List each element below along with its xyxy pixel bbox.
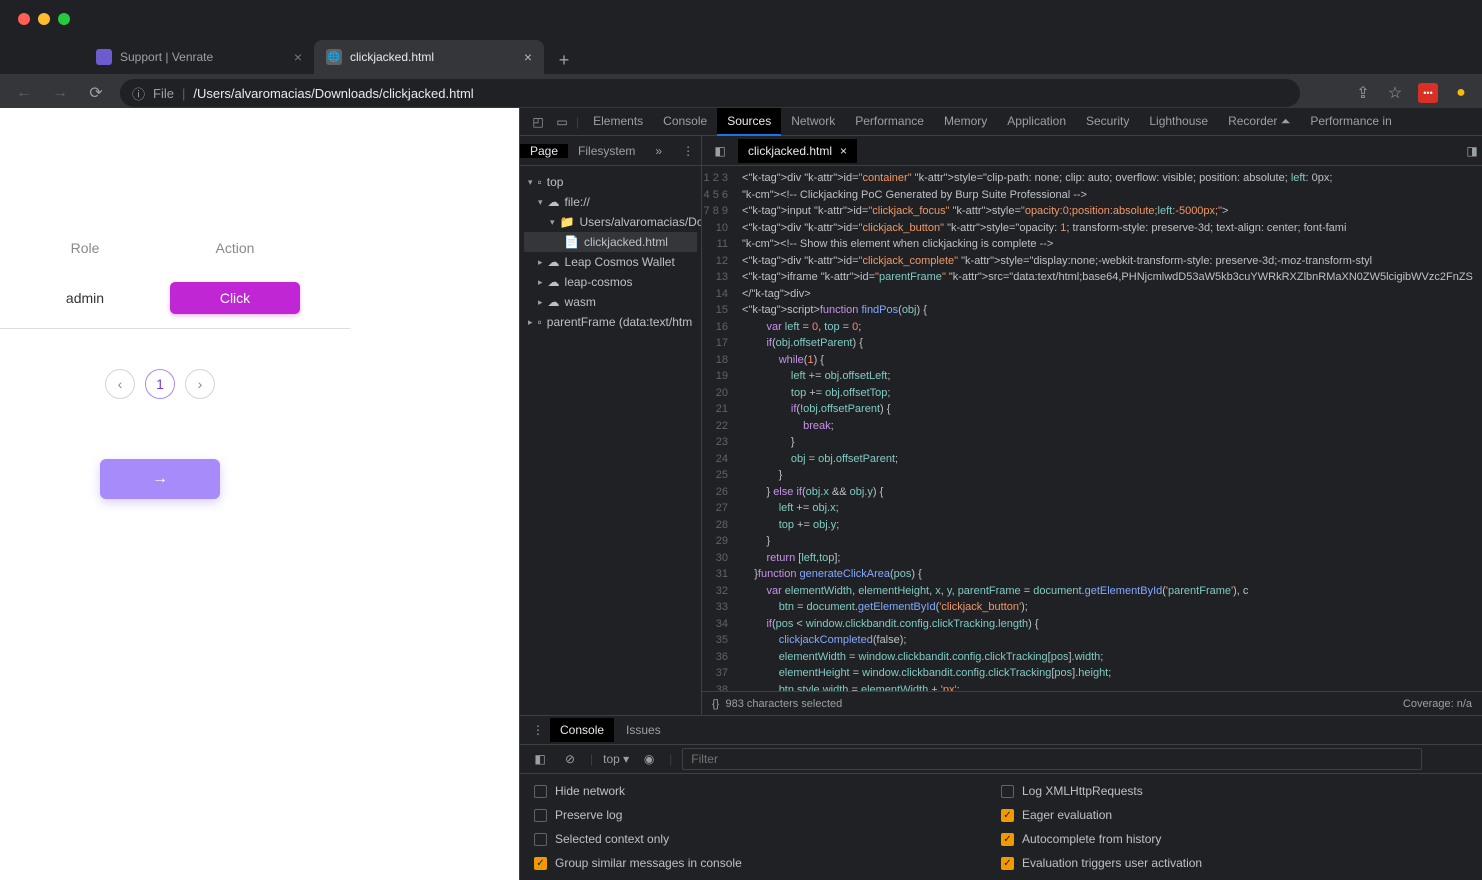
- browser-tabs: Support | Venrate × 🌐 clickjacked.html ×…: [0, 38, 1482, 74]
- address-bar[interactable]: ⓘ File | /Users/alvaromacias/Downloads/c…: [120, 79, 1300, 107]
- url-path: /Users/alvaromacias/Downloads/clickjacke…: [193, 86, 473, 101]
- sources-editor: ◧ clickjacked.html × ◨ 1 2 3 4 5 6 7 8 9…: [702, 136, 1482, 715]
- sidebar-toggle-icon[interactable]: ◧: [530, 749, 550, 769]
- tree-file-clickjacked[interactable]: 📄 clickjacked.html: [524, 232, 697, 252]
- navigator-toggle-icon[interactable]: ◧: [710, 141, 730, 161]
- tab-title: Support | Venrate: [120, 50, 213, 64]
- more-tabs-icon[interactable]: »: [645, 144, 672, 158]
- eye-icon[interactable]: ◉: [639, 749, 659, 769]
- file-tab-name: clickjacked.html: [748, 144, 832, 158]
- column-header-action: Action: [145, 240, 325, 256]
- filesystem-tab[interactable]: Filesystem: [568, 144, 645, 158]
- tree-folder[interactable]: ▾📁 Users/alvaromacias/Dow: [524, 212, 697, 232]
- window-titlebar: [0, 0, 1482, 38]
- minimize-window-icon[interactable]: [38, 13, 50, 25]
- drawer-console-tab[interactable]: Console: [550, 718, 614, 742]
- devtools-tab-console[interactable]: Console: [653, 108, 717, 136]
- back-button[interactable]: ←: [12, 81, 36, 105]
- setting-hide-network[interactable]: Hide network: [534, 784, 1001, 798]
- setting-group-similar-messages-in-console[interactable]: ✓Group similar messages in console: [534, 856, 1001, 870]
- code-content[interactable]: <"k-tag">div "k-attr">id="container" "k-…: [734, 166, 1482, 691]
- devtools-tabs: ◰ ▭ | ElementsConsoleSourcesNetworkPerfo…: [520, 108, 1482, 136]
- tree-top[interactable]: ▾▫ top: [524, 172, 697, 192]
- tab-venrate[interactable]: Support | Venrate ×: [84, 40, 314, 74]
- setting-preserve-log[interactable]: Preserve log: [534, 808, 1001, 822]
- tree-wasm[interactable]: ▸☁ wasm: [524, 292, 697, 312]
- coverage-status: Coverage: n/a: [1403, 698, 1472, 710]
- line-gutter: 1 2 3 4 5 6 7 8 9 10 11 12 13 14 15 16 1…: [702, 166, 734, 691]
- new-tab-button[interactable]: +: [550, 46, 578, 74]
- table-row: ne admin Click: [0, 268, 350, 329]
- tab-title: clickjacked.html: [350, 50, 434, 64]
- devtools-tab-lighthouse[interactable]: Lighthouse: [1139, 108, 1218, 136]
- rendered-page: Role Action ne admin Click ‹ 1 › →: [0, 108, 519, 880]
- setting-selected-context-only[interactable]: Selected context only: [534, 832, 1001, 846]
- tree-file-origin[interactable]: ▾☁ file://: [524, 192, 697, 212]
- tree-parentframe[interactable]: ▸▫ parentFrame (data:text/htm: [524, 312, 697, 332]
- close-window-icon[interactable]: [18, 13, 30, 25]
- devtools-panel: ◰ ▭ | ElementsConsoleSourcesNetworkPerfo…: [519, 108, 1482, 880]
- drawer-issues-tab[interactable]: Issues: [616, 718, 671, 742]
- debugger-toggle-icon[interactable]: ◨: [1462, 141, 1482, 161]
- drawer-menu-icon[interactable]: ⋮: [528, 720, 548, 740]
- forward-button[interactable]: →: [48, 81, 72, 105]
- share-icon[interactable]: ⇪: [1354, 84, 1372, 102]
- file-tree: ▾▫ top ▾☁ file:// ▾📁 Users/alvaromacias/…: [520, 166, 701, 715]
- devtools-tab-application[interactable]: Application: [997, 108, 1076, 136]
- editor-status-bar: {} 983 characters selected Coverage: n/a: [702, 691, 1482, 715]
- close-tab-icon[interactable]: ×: [294, 49, 302, 65]
- setting-eager-evaluation[interactable]: ✓Eager evaluation: [1001, 808, 1468, 822]
- setting-autocomplete-from-history[interactable]: ✓Autocomplete from history: [1001, 832, 1468, 846]
- favicon-icon: 🌐: [326, 49, 342, 65]
- column-header-role: Role: [25, 240, 145, 256]
- info-icon: ⓘ: [132, 84, 145, 103]
- click-button[interactable]: Click: [170, 282, 300, 314]
- devtools-tab-recorder[interactable]: Recorder ⏶: [1218, 108, 1300, 136]
- clear-console-icon[interactable]: ⊘: [560, 749, 580, 769]
- close-file-icon[interactable]: ×: [840, 144, 847, 158]
- devtools-tab-sources[interactable]: Sources: [717, 108, 781, 136]
- cell-role: admin: [25, 290, 145, 306]
- setting-evaluation-triggers-user-activation[interactable]: ✓Evaluation triggers user activation: [1001, 856, 1468, 870]
- url-scheme: File: [153, 86, 174, 101]
- device-toggle-icon[interactable]: ▭: [552, 112, 572, 132]
- menu-icon[interactable]: ⋮: [672, 144, 704, 158]
- open-file-tab[interactable]: clickjacked.html ×: [738, 139, 857, 163]
- bookmark-star-icon[interactable]: ☆: [1386, 84, 1404, 102]
- browser-toolbar: ← → ⟳ ⓘ File | /Users/alvaromacias/Downl…: [0, 74, 1482, 112]
- reload-button[interactable]: ⟳: [84, 81, 108, 105]
- pagination: ‹ 1 ›: [0, 369, 350, 399]
- extension-icon[interactable]: ●: [1452, 84, 1470, 102]
- tree-leap-cosmos[interactable]: ▸☁ leap-cosmos: [524, 272, 697, 292]
- maximize-window-icon[interactable]: [58, 13, 70, 25]
- tab-clickjacked[interactable]: 🌐 clickjacked.html ×: [314, 40, 544, 74]
- devtools-drawer: ⋮ Console Issues ◧ ⊘ | top ▾ ◉ | Hide ne…: [520, 715, 1482, 880]
- next-page-button[interactable]: ›: [185, 369, 215, 399]
- setting-log-xmlhttprequests[interactable]: Log XMLHttpRequests: [1001, 784, 1468, 798]
- extension-icon[interactable]: •••: [1418, 83, 1438, 103]
- devtools-tab-performance[interactable]: Performance in: [1300, 108, 1401, 136]
- cta-button[interactable]: →: [100, 459, 220, 499]
- close-tab-icon[interactable]: ×: [524, 49, 532, 65]
- tree-leap-wallet[interactable]: ▸☁ Leap Cosmos Wallet: [524, 252, 697, 272]
- cell-name: ne: [0, 290, 25, 306]
- page-tab[interactable]: Page: [520, 144, 568, 158]
- devtools-tab-network[interactable]: Network: [781, 108, 845, 136]
- context-selector[interactable]: top ▾: [603, 752, 629, 766]
- favicon-icon: [96, 49, 112, 65]
- devtools-tab-security[interactable]: Security: [1076, 108, 1139, 136]
- devtools-tab-performance[interactable]: Performance: [845, 108, 934, 136]
- console-filter-input[interactable]: [682, 748, 1422, 770]
- devtools-tab-elements[interactable]: Elements: [583, 108, 653, 136]
- page-number[interactable]: 1: [145, 369, 175, 399]
- sources-navigator: Page Filesystem » ⋮ ▾▫ top ▾☁ file:// ▾📁…: [520, 136, 702, 715]
- inspect-icon[interactable]: ◰: [528, 112, 548, 132]
- devtools-tab-memory[interactable]: Memory: [934, 108, 997, 136]
- selection-status: 983 characters selected: [725, 698, 842, 710]
- prev-page-button[interactable]: ‹: [105, 369, 135, 399]
